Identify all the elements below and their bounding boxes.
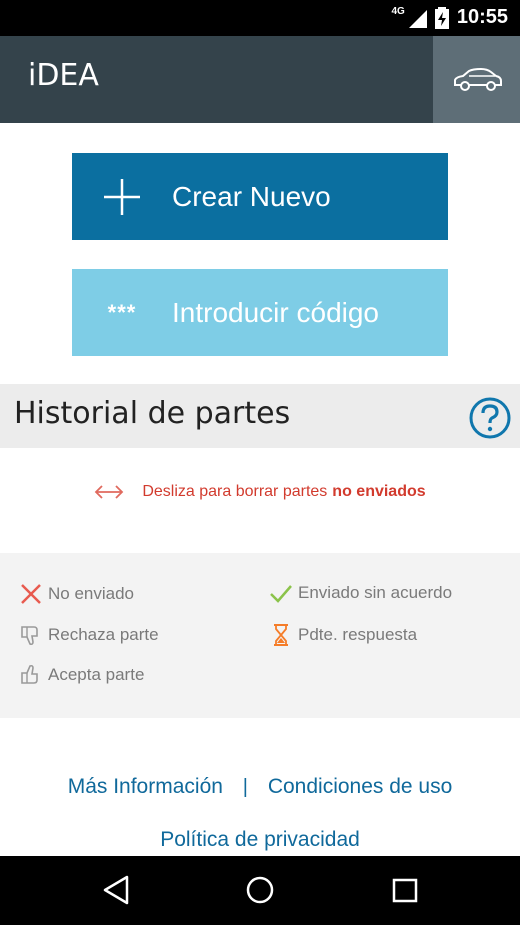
create-new-label: Crear Nuevo	[172, 180, 331, 212]
clock: 10:55	[456, 6, 508, 28]
status-legend: No enviado Enviado sin acuerdo Rechaza p…	[0, 553, 520, 718]
history-title: Historial de partes	[14, 396, 291, 431]
thumbs-up-icon	[18, 663, 44, 687]
legend-accepts-label: Acepta parte	[48, 665, 145, 684]
link-separator: |	[242, 776, 248, 798]
help-icon	[469, 397, 511, 439]
swipe-text-bold: no enviados	[332, 483, 426, 500]
app-title: iDEA	[28, 58, 99, 93]
legend-not-sent-label: No enviado	[48, 584, 135, 603]
legend-pending: Pdte. respuesta	[268, 623, 417, 647]
app-bar: iDEA	[0, 36, 520, 123]
status-bar: 4G 10:55	[0, 0, 520, 36]
recents-icon[interactable]	[390, 874, 420, 906]
checkmark-icon	[268, 583, 294, 603]
car-button[interactable]	[433, 36, 520, 123]
enter-code-button[interactable]: *** Introducir código	[72, 269, 448, 356]
legend-accepts: Acepta parte	[18, 663, 144, 687]
status-icons: 4G 10:55	[391, 6, 508, 29]
thumbs-down-icon	[18, 623, 44, 647]
asterisks-icon: ***	[107, 299, 137, 325]
swipe-arrows-icon	[95, 485, 124, 499]
help-button[interactable]	[468, 396, 512, 445]
history-header: Historial de partes	[0, 384, 520, 448]
create-new-button[interactable]: Crear Nuevo	[72, 153, 448, 240]
swipe-text: Desliza para borrar partes	[142, 483, 328, 500]
navigation-bar	[0, 856, 520, 925]
privacy-link[interactable]: Política de privacidad	[0, 828, 520, 852]
legend-pending-label: Pdte. respuesta	[298, 625, 418, 644]
hourglass-icon	[268, 623, 294, 647]
signal-icon	[408, 9, 427, 28]
home-icon[interactable]	[245, 874, 275, 906]
legend-sent-no-agreement: Enviado sin acuerdo	[268, 583, 452, 603]
legend-sent-no-agreement-label: Enviado sin acuerdo	[298, 583, 453, 602]
back-icon[interactable]	[101, 874, 131, 906]
enter-code-label: Introducir código	[172, 296, 380, 328]
footer-links: Más Información | Condiciones de uso	[0, 775, 520, 799]
plus-icon	[72, 177, 172, 217]
legend-rejects-label: Rechaza parte	[48, 625, 159, 644]
swipe-hint: Desliza para borrar partes no enviados	[0, 478, 520, 506]
more-info-link[interactable]: Más Información	[68, 775, 223, 798]
network-type: 4G	[391, 6, 405, 17]
car-icon	[453, 67, 502, 91]
battery-icon	[434, 6, 449, 29]
terms-link[interactable]: Condiciones de uso	[268, 775, 452, 798]
cross-icon	[18, 583, 44, 605]
legend-rejects: Rechaza parte	[18, 623, 159, 647]
legend-not-sent: No enviado	[18, 583, 134, 605]
